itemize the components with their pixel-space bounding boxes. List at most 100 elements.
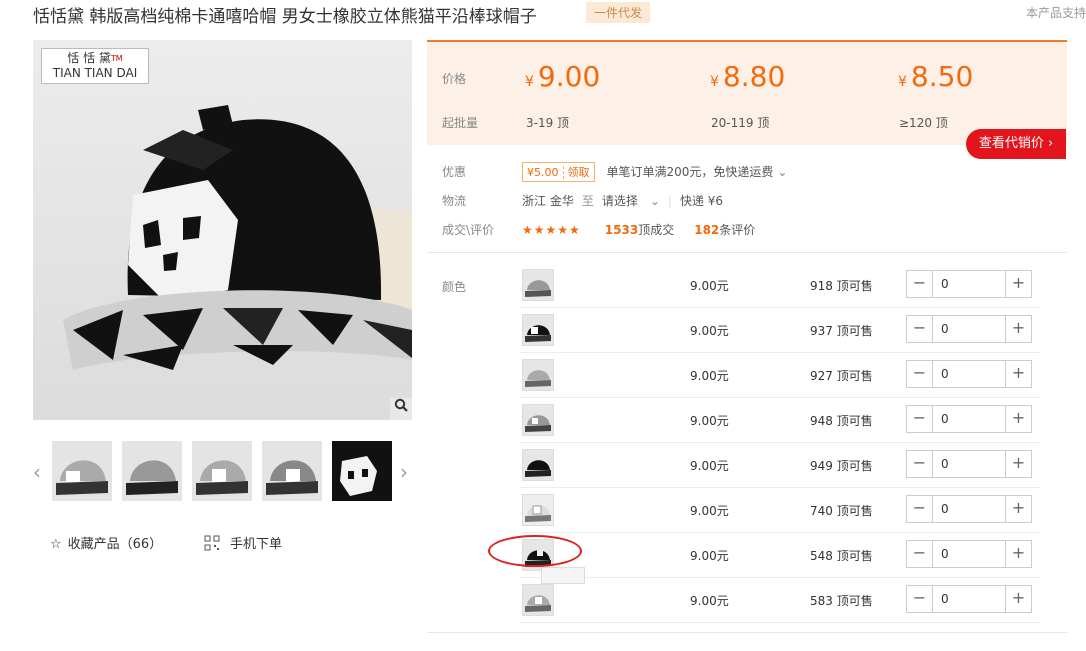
- thumbnail-selected[interactable]: [332, 441, 392, 501]
- divider: [427, 252, 1067, 253]
- thumbnail[interactable]: [262, 441, 322, 501]
- quantity-input[interactable]: [934, 587, 1004, 611]
- price-label: 价格: [442, 72, 467, 86]
- quantity-input[interactable]: [934, 317, 1004, 341]
- increment-button[interactable]: +: [1005, 406, 1031, 432]
- magnifier-icon[interactable]: [390, 398, 412, 420]
- sku-stock-count: 740: [810, 504, 833, 518]
- tier-price: ¥8.80: [710, 60, 785, 93]
- sku-thumbnail[interactable]: [522, 269, 554, 301]
- decrement-button[interactable]: −: [907, 451, 933, 477]
- tier-qty: 3-19 顶: [526, 116, 570, 130]
- discount-row: 优惠 ¥5.00 领取 单笔订单满200元，免快递运费 ⌄: [442, 162, 787, 182]
- deals-count[interactable]: 1533: [605, 223, 638, 237]
- destination-select[interactable]: 请选择 ⌄: [602, 194, 660, 208]
- reviews-suffix: 条评价: [719, 223, 756, 237]
- quantity-input[interactable]: [934, 407, 1004, 431]
- tier-qty: ≥120 顶: [899, 116, 948, 130]
- increment-button[interactable]: +: [1005, 541, 1031, 567]
- decrement-button[interactable]: −: [907, 361, 933, 387]
- quantity-input[interactable]: [934, 542, 1004, 566]
- sku-stock-count: 548: [810, 549, 833, 563]
- quantity-stepper: −+: [906, 585, 1032, 613]
- quantity-stepper: −+: [906, 450, 1032, 478]
- chevron-down-icon[interactable]: ⌄: [777, 165, 787, 179]
- dropship-tag: 一件代发: [586, 2, 651, 23]
- sku-thumbnail[interactable]: [522, 314, 554, 346]
- sku-price: 9.00元: [690, 414, 729, 428]
- decrement-button[interactable]: −: [907, 316, 933, 342]
- sku-thumbnail[interactable]: [522, 584, 554, 616]
- sku-price: 9.00元: [690, 279, 729, 293]
- sku-row: 9.00元 548 顶可售 −+: [520, 533, 1040, 578]
- sku-thumbnail[interactable]: [522, 359, 554, 391]
- sku-stock: 583 顶可售: [810, 592, 873, 609]
- increment-button[interactable]: +: [1005, 316, 1031, 342]
- sku-thumbnail[interactable]: [522, 404, 554, 436]
- sku-stock: 927 顶可售: [810, 367, 873, 384]
- increment-button[interactable]: +: [1005, 586, 1031, 612]
- quantity-stepper: −+: [906, 495, 1032, 523]
- currency-symbol: ¥: [525, 74, 534, 90]
- sku-stock: 937 顶可售: [810, 322, 873, 339]
- chevron-right-icon[interactable]: ›: [400, 460, 408, 484]
- quantity-input[interactable]: [934, 497, 1004, 521]
- origin-text: 浙江 金华: [522, 194, 574, 208]
- hover-tooltip: [541, 567, 585, 584]
- decrement-button[interactable]: −: [907, 496, 933, 522]
- to-word: 至: [581, 194, 594, 208]
- sku-price: 9.00元: [690, 549, 729, 563]
- price-panel: 价格 起批量 ¥9.00 ¥8.80 ¥8.50 3-19 顶 20-119 顶…: [427, 40, 1067, 145]
- chevron-down-icon: ⌄: [649, 194, 660, 208]
- decrement-button[interactable]: −: [907, 586, 933, 612]
- chevron-left-icon[interactable]: ‹: [33, 460, 41, 484]
- favorite-button[interactable]: ☆ 收藏产品（66）: [50, 533, 162, 552]
- sku-stock-suffix: 顶可售: [836, 369, 873, 383]
- quantity-input[interactable]: [934, 272, 1004, 296]
- quantity-stepper: −+: [906, 405, 1032, 433]
- tier-price-value: 8.80: [722, 60, 786, 93]
- destination-placeholder: 请选择: [601, 194, 638, 208]
- quantity-stepper: −+: [906, 540, 1032, 568]
- brand-logo-en: TIAN TIAN DAI: [52, 66, 138, 80]
- view-agent-price-button[interactable]: 查看代销价 ›: [966, 129, 1066, 159]
- sku-row: 9.00元 918 顶可售 −+: [520, 263, 1040, 308]
- decrement-button[interactable]: −: [907, 406, 933, 432]
- sku-thumbnail[interactable]: [522, 449, 554, 481]
- logistics-label: 物流: [442, 194, 467, 208]
- mobile-order-button[interactable]: 手机下单: [204, 533, 282, 555]
- support-note: 本产品支持: [1025, 6, 1086, 20]
- increment-button[interactable]: +: [1005, 361, 1031, 387]
- sku-thumbnail[interactable]: [522, 494, 554, 526]
- main-product-image[interactable]: 恬 恬 黛TM TIAN TIAN DAI: [33, 40, 412, 420]
- decrement-button[interactable]: −: [907, 541, 933, 567]
- deals-row: 成交\评价 ★★★★★ 1533顶成交 182条评价: [442, 221, 755, 238]
- increment-button[interactable]: +: [1005, 271, 1031, 297]
- sku-stock-suffix: 顶可售: [836, 324, 873, 338]
- decrement-button[interactable]: −: [907, 271, 933, 297]
- quantity-input[interactable]: [934, 452, 1004, 476]
- brand-logo-cn: 恬 恬 黛: [67, 51, 111, 65]
- sku-row: 9.00元 949 顶可售 −+: [520, 443, 1040, 488]
- quantity-input[interactable]: [934, 362, 1004, 386]
- star-outline-icon: ☆: [50, 537, 62, 552]
- thumbnail[interactable]: [122, 441, 182, 501]
- panda-cap-illustration: [63, 105, 412, 370]
- increment-button[interactable]: +: [1005, 451, 1031, 477]
- sku-price: 9.00元: [690, 504, 729, 518]
- thumbnail[interactable]: [192, 441, 252, 501]
- sku-row: 9.00元 583 顶可售 −+: [520, 578, 1040, 623]
- coupon-button[interactable]: ¥5.00 领取: [522, 162, 595, 182]
- thumbnail[interactable]: [52, 441, 112, 501]
- product-title: 恬恬黛 韩版高档纯棉卡通嘻哈帽 男女士橡胶立体熊猫平沿棒球帽子: [33, 7, 537, 27]
- reviews-count[interactable]: 182: [694, 223, 719, 237]
- logistics-row: 物流 浙江 金华至请选择 ⌄ | 快递 ¥6: [442, 194, 724, 208]
- qr-code-icon: [204, 535, 220, 555]
- sku-stock-count: 949: [810, 459, 833, 473]
- sku-price: 9.00元: [690, 324, 729, 338]
- sku-stock-suffix: 顶可售: [836, 594, 873, 608]
- increment-button[interactable]: +: [1005, 496, 1031, 522]
- trademark-mark: TM: [110, 54, 123, 63]
- coupon-claim: 领取: [562, 166, 590, 179]
- tier-qty: 20-119 顶: [711, 116, 770, 130]
